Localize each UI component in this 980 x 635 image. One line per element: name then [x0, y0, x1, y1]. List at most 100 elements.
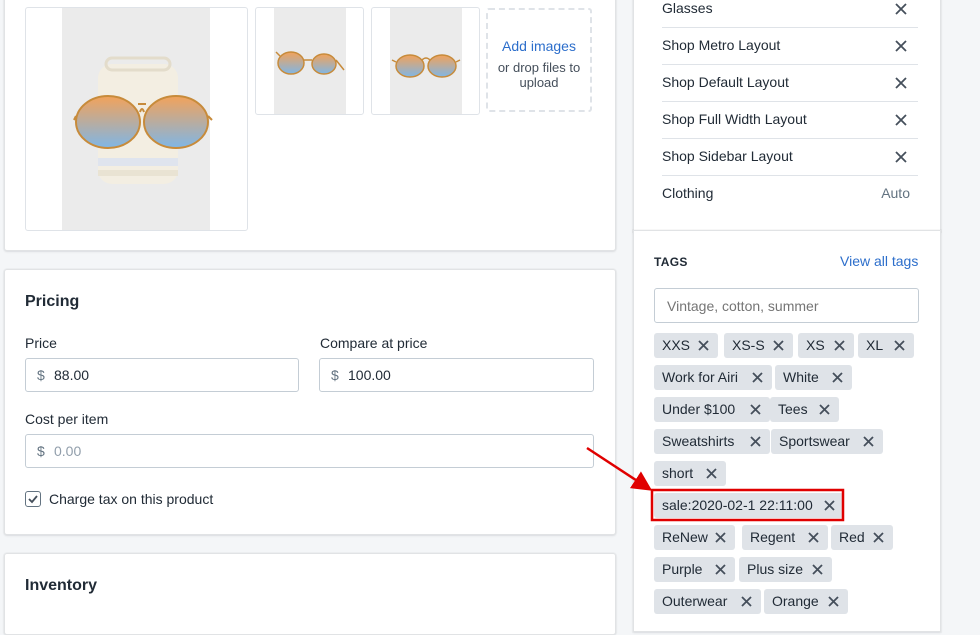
cost-per-item-input[interactable]: $ 0.00: [25, 434, 594, 468]
product-image-main[interactable]: [25, 7, 248, 231]
product-image-thumb-2[interactable]: [371, 7, 480, 115]
tag-label: Orange: [772, 593, 819, 609]
remove-collection-icon[interactable]: [894, 150, 908, 164]
collection-row: Shop Default Layout: [662, 64, 918, 102]
collection-auto-badge: Auto: [881, 185, 910, 201]
tag-chip: Red: [831, 525, 893, 550]
charge-tax-label[interactable]: Charge tax on this product: [49, 491, 213, 507]
view-all-tags-link[interactable]: View all tags: [840, 253, 918, 269]
tags-input[interactable]: [654, 288, 919, 323]
remove-tag-icon[interactable]: [749, 403, 762, 416]
collection-name: Shop Sidebar Layout: [662, 148, 793, 164]
tag-chip: Sweatshirts: [654, 429, 770, 454]
drop-files-hint: or drop files to upload: [497, 60, 581, 90]
tag-label: XS: [806, 337, 825, 353]
sunglasses-front-image: [391, 54, 461, 78]
charge-tax-checkbox[interactable]: [25, 491, 41, 507]
tag-label: Outerwear: [662, 593, 728, 609]
tag-label: ReNew: [662, 529, 708, 545]
remove-tag-icon[interactable]: [697, 339, 710, 352]
tag-chip: XXS: [654, 333, 718, 358]
collection-row: Shop Sidebar Layout: [662, 138, 918, 176]
remove-collection-icon[interactable]: [894, 113, 908, 127]
tag-label: Tees: [778, 401, 808, 417]
remove-tag-icon[interactable]: [893, 339, 906, 352]
price-input[interactable]: $ 88.00: [25, 358, 299, 392]
compare-at-price-label: Compare at price: [320, 335, 428, 351]
tag-chip: Work for Airi: [654, 365, 772, 390]
collection-name: Clothing: [662, 185, 714, 201]
cost-per-item-placeholder: 0.00: [54, 443, 82, 459]
tag-label: XXS: [662, 337, 691, 353]
tag-label: Red: [839, 529, 865, 545]
tag-chip: Purple: [654, 557, 735, 582]
tag-chip: Orange: [764, 589, 848, 614]
remove-tag-icon[interactable]: [827, 595, 840, 608]
tag-label: White: [783, 369, 819, 385]
compare-at-price-value[interactable]: 100.00: [348, 359, 391, 391]
price-value[interactable]: 88.00: [54, 359, 89, 391]
tag-chip: XL: [858, 333, 914, 358]
tag-label: XL: [866, 337, 884, 353]
remove-tag-icon[interactable]: [705, 467, 718, 480]
tag-label: Plus size: [747, 561, 804, 577]
sunglasses-side-image: [275, 51, 345, 75]
checkmark-icon: [28, 495, 38, 504]
remove-tag-icon[interactable]: [807, 531, 820, 544]
tag-chip: ReNew: [654, 525, 735, 550]
collection-row: Shop Metro Layout: [662, 27, 918, 65]
collection-name: Shop Metro Layout: [662, 37, 781, 53]
remove-collection-icon[interactable]: [894, 2, 908, 16]
remove-collection-icon[interactable]: [894, 39, 908, 53]
collection-row: Clothing Auto: [662, 175, 918, 212]
tag-label: Work for Airi: [662, 369, 738, 385]
compare-at-price-input[interactable]: $ 100.00: [319, 358, 594, 392]
collection-name: Shop Default Layout: [662, 74, 789, 90]
tag-label: Under $100: [662, 401, 736, 417]
remove-tag-icon[interactable]: [833, 339, 846, 352]
tag-chip: sale:2020-02-1 22:11:00: [654, 493, 844, 518]
price-label: Price: [25, 335, 57, 351]
tag-chip: Sportswear: [771, 429, 883, 454]
image-upload-dropzone[interactable]: Add images or drop files to upload: [486, 8, 592, 112]
collection-row: Glasses: [662, 0, 918, 28]
remove-tag-icon[interactable]: [823, 499, 836, 512]
sunglasses-image: [73, 56, 213, 184]
remove-tag-icon[interactable]: [751, 371, 764, 384]
tag-label: XS-S: [732, 337, 765, 353]
remove-collection-icon[interactable]: [894, 76, 908, 90]
collection-row: Shop Full Width Layout: [662, 101, 918, 139]
tags-title: TAGS: [654, 255, 688, 269]
tag-label: sale:2020-02-1 22:11:00: [662, 497, 813, 513]
cost-currency-prefix: $: [37, 443, 45, 459]
tag-chip: Plus size: [739, 557, 832, 582]
tag-label: Sweatshirts: [662, 433, 735, 449]
price-currency-prefix: $: [37, 367, 45, 383]
product-image-thumb-1[interactable]: [255, 7, 364, 115]
remove-tag-icon[interactable]: [818, 403, 831, 416]
compare-currency-prefix: $: [331, 367, 339, 383]
remove-tag-icon[interactable]: [714, 563, 727, 576]
add-images-link[interactable]: Add images: [488, 38, 590, 54]
remove-tag-icon[interactable]: [749, 435, 762, 448]
remove-tag-icon[interactable]: [831, 371, 844, 384]
collection-name: Shop Full Width Layout: [662, 111, 807, 127]
remove-tag-icon[interactable]: [811, 563, 824, 576]
tag-chip: short: [654, 461, 726, 486]
remove-tag-icon[interactable]: [714, 531, 727, 544]
tag-chip: Tees: [770, 397, 839, 422]
remove-tag-icon[interactable]: [740, 595, 753, 608]
tag-chip: XS: [798, 333, 854, 358]
tag-chip: Outerwear: [654, 589, 761, 614]
tag-label: Purple: [662, 561, 703, 577]
tag-label: Sportswear: [779, 433, 850, 449]
tag-chip: XS-S: [724, 333, 793, 358]
tag-label: Regent: [750, 529, 796, 545]
remove-tag-icon[interactable]: [862, 435, 875, 448]
remove-tag-icon[interactable]: [772, 339, 785, 352]
tag-chip: White: [775, 365, 852, 390]
remove-tag-icon[interactable]: [872, 531, 885, 544]
tag-chip: Under $100: [654, 397, 770, 422]
pricing-title: Pricing: [25, 293, 80, 310]
inventory-title: Inventory: [25, 577, 98, 594]
